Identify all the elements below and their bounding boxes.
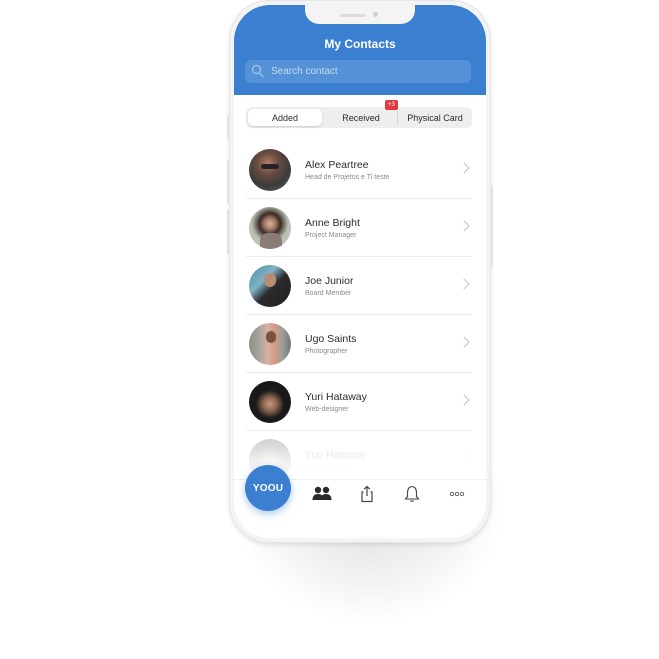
more-icon[interactable] [447,485,467,503]
share-icon[interactable] [357,485,377,503]
chevron-right-icon [458,394,470,406]
contact-row[interactable]: Yuri Hataway Web-designer [246,373,472,431]
contacts-segmented-control: Added Received +3 Physical Card [246,100,472,128]
search-input[interactable] [271,66,461,77]
avatar [249,380,291,423]
search-icon [252,65,265,78]
volume-up-button [227,160,230,204]
contact-name: Anne Bright [305,216,360,229]
tab-physical-card-label: Physical Card [407,112,463,123]
contact-row[interactable]: Anne Bright Project Manager [246,199,472,257]
contact-role: Head de Projetos e Ti teste [305,173,390,181]
tab-received[interactable]: Received +3 [324,100,398,128]
contact-role: Project Manager [305,231,357,239]
front-camera [373,12,378,17]
contact-role: Photographer [305,347,348,355]
received-count-badge: +3 [384,100,398,110]
stage: My Contacts Added Received +3 [0,0,659,659]
contact-row[interactable]: Ugo Saints Photographer [246,315,472,373]
page-title: My Contacts [324,37,396,51]
contact-role: Board Member [305,289,352,297]
app-screen: My Contacts Added Received +3 [234,5,486,538]
tab-physical-card[interactable]: Physical Card [398,107,472,128]
contact-row[interactable]: Alex Peartree Head de Projetos e Ti test… [246,141,472,199]
tab-received-label: Received [342,112,380,123]
phone-mockup: My Contacts Added Received +3 [227,0,493,543]
notch [305,5,415,24]
tab-added-label: Added [271,112,299,123]
chevron-right-icon [458,220,470,232]
contact-name: Yuri Hataway [305,390,367,403]
chevron-right-icon [458,336,470,348]
avatar [249,264,291,307]
contact-role: Web-designer [305,405,349,413]
chevron-right-icon [458,162,470,174]
tab-added[interactable]: Added [248,109,322,126]
contact-name: Ugo Saints [305,332,357,345]
contact-row[interactable]: Joe Junior Board Member [246,257,472,315]
bell-icon[interactable] [402,485,422,503]
contacts-icon[interactable] [312,485,332,503]
speaker [340,14,366,17]
chevron-right-icon [458,278,470,290]
avatar [249,148,291,191]
power-button [490,185,493,267]
search-bar[interactable] [245,60,471,83]
yoou-logo: YOOU [252,482,284,494]
avatar [249,206,291,249]
contact-name: Alex Peartree [305,158,369,171]
mute-switch [227,115,230,139]
contact-name: Joe Junior [305,274,354,287]
volume-down-button [227,210,230,254]
yoou-logo-button[interactable]: YOOU [245,465,291,511]
avatar [249,322,291,365]
app-header: My Contacts [234,5,486,95]
